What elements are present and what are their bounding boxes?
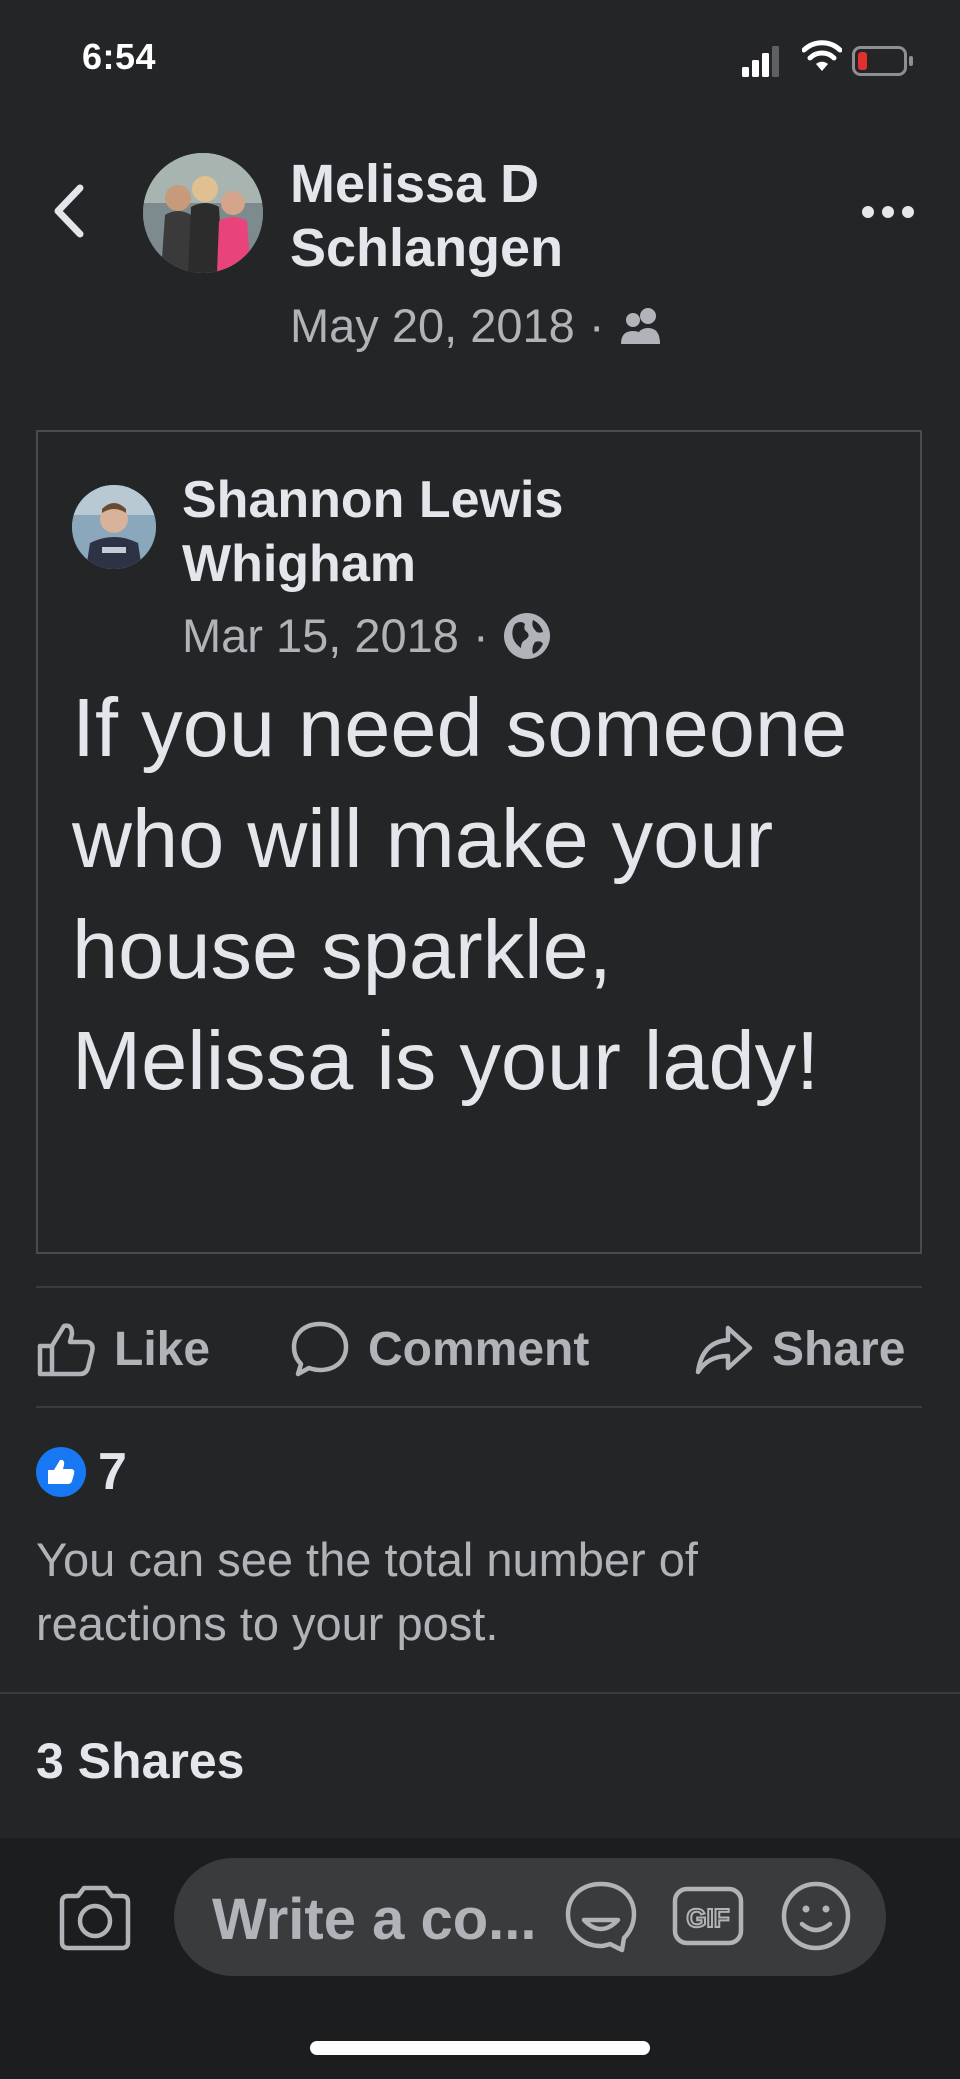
svg-text:GIF: GIF (686, 1903, 729, 1933)
gif-icon[interactable]: GIF (672, 1886, 744, 1946)
shared-post-text: If you need someone who will make your h… (72, 681, 848, 1107)
camera-icon[interactable] (56, 1884, 134, 1952)
globe-icon (503, 612, 550, 659)
reaction-summary[interactable]: 7 (36, 1442, 127, 1502)
shared-author-avatar[interactable] (72, 485, 156, 569)
shares-count[interactable]: 3 Shares (36, 1732, 244, 1790)
shared-post-date[interactable]: Mar 15, 2018 (182, 608, 459, 663)
post-date[interactable]: May 20, 2018 (290, 298, 575, 353)
like-label: Like (114, 1322, 211, 1376)
meta-separator: · (472, 609, 489, 662)
home-indicator[interactable] (310, 2041, 650, 2055)
comment-button[interactable]: Comment (290, 1318, 589, 1380)
comment-icon (291, 1321, 349, 1377)
back-icon[interactable] (48, 182, 88, 240)
meta-separator: · (588, 299, 605, 352)
emoji-icon[interactable] (780, 1880, 852, 1952)
divider (0, 1692, 960, 1694)
reaction-count: 7 (98, 1443, 127, 1501)
status-time: 6:54 (82, 36, 157, 77)
post-meta: May 20, 2018 · (290, 298, 666, 353)
friends-icon (621, 307, 661, 344)
like-button[interactable]: Like (36, 1318, 210, 1380)
wifi-icon (802, 40, 842, 71)
sticker-icon[interactable] (562, 1880, 640, 1954)
like-reaction-icon (36, 1447, 86, 1497)
share-icon (695, 1325, 753, 1375)
author-avatar[interactable] (143, 153, 263, 273)
post-author-name[interactable]: Melissa D Schlangen (290, 152, 650, 280)
like-icon (37, 1323, 95, 1377)
shared-author-name[interactable]: Shannon Lewis Whigham (182, 468, 702, 596)
shared-post-meta: Mar 15, 2018 · (182, 608, 551, 663)
divider (36, 1286, 922, 1288)
comment-label: Comment (368, 1322, 590, 1376)
share-button[interactable]: Share (694, 1318, 905, 1380)
comment-input-placeholder: Write a co... (212, 1887, 537, 1952)
cellular-signal-icon (742, 46, 779, 77)
battery-icon (852, 46, 913, 76)
divider (36, 1406, 922, 1408)
share-label: Share (772, 1322, 906, 1376)
more-options-icon[interactable] (860, 200, 916, 224)
reactions-note: You can see the total number of reaction… (36, 1533, 698, 1650)
